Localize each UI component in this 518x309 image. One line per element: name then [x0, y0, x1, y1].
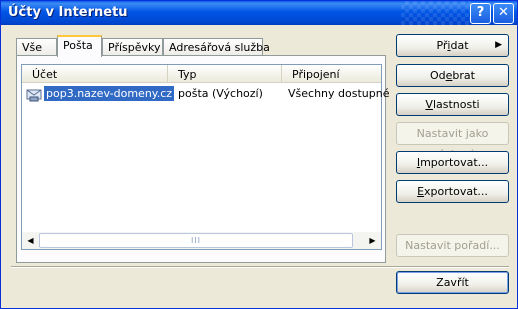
export-button-label-b: xportovat... — [424, 185, 488, 198]
column-header-type[interactable]: Typ — [168, 65, 282, 83]
add-button[interactable]: Přidat ▶ — [396, 34, 509, 57]
tab-mail[interactable]: Pošta — [57, 35, 102, 57]
dialog-window: Účty v Internetu ? ✕ Vše Pošta Příspěvky… — [0, 0, 518, 309]
tab-news[interactable]: Příspěvky — [102, 38, 163, 56]
add-button-label-b: dat — [450, 39, 469, 52]
separator — [11, 266, 509, 268]
scroll-right-arrow-icon[interactable]: ▶ — [364, 232, 381, 249]
properties-button-accesskey: V — [425, 98, 433, 111]
tab-all[interactable]: Vše — [16, 38, 57, 56]
account-name: pop3.nazev-domeny.cz — [44, 86, 175, 101]
column-header-account[interactable]: Účet — [22, 65, 168, 83]
tab-directory-service[interactable]: Adresářová služba — [163, 38, 270, 56]
close-button[interactable]: Zavřít — [396, 271, 509, 294]
title-bar-pattern — [401, 1, 471, 25]
remove-button-label-b: brat — [452, 69, 475, 82]
set-order-button[interactable]: Nastavit pořadí... — [396, 234, 509, 257]
close-button-label: Zavřít — [436, 276, 469, 289]
remove-button[interactable]: Odebrat — [396, 64, 509, 87]
account-type: pošta (Výchozí) — [178, 87, 263, 100]
list-header: Účet Typ Připojení — [22, 65, 381, 83]
set-default-button[interactable]: Nastavit jako výchozí — [396, 122, 509, 161]
set-order-button-label: Nastavit pořadí... — [405, 239, 500, 252]
remove-button-label-a: Od — [430, 69, 446, 82]
submenu-arrow-icon: ▶ — [495, 40, 502, 50]
close-icon: ✕ — [498, 5, 509, 20]
scrollbar-thumb[interactable]: III — [39, 233, 353, 248]
mail-server-icon — [26, 89, 42, 102]
list-item[interactable]: pop3.nazev-domeny.cz pošta (Výchozí) Vše… — [22, 85, 389, 103]
add-button-label-a: Př — [436, 39, 448, 52]
horizontal-scrollbar[interactable]: ◀ III ▶ — [22, 232, 381, 249]
window-title: Účty v Internetu — [8, 5, 128, 20]
export-button-accesskey: E — [417, 185, 425, 198]
column-header-connection[interactable]: Připojení — [282, 65, 381, 83]
tab-panel: Účet Typ Připojení pop3.nazev-domeny.cz … — [16, 55, 389, 263]
close-window-button[interactable]: ✕ — [493, 3, 514, 24]
help-button[interactable]: ? — [470, 3, 491, 24]
import-button-label-b: mportovat... — [420, 156, 489, 169]
question-mark-icon: ? — [476, 5, 485, 20]
import-button[interactable]: Importovat... — [396, 151, 509, 174]
accounts-list[interactable]: Účet Typ Připojení pop3.nazev-domeny.cz … — [21, 64, 389, 250]
account-connection: Všechny dostupné — [288, 87, 390, 100]
properties-button[interactable]: Vlastnosti — [396, 93, 509, 116]
properties-button-label-b: lastnosti — [432, 98, 480, 111]
export-button[interactable]: Exportovat... — [396, 180, 509, 203]
scroll-left-arrow-icon[interactable]: ◀ — [22, 232, 39, 249]
title-bar[interactable]: Účty v Internetu ? ✕ — [1, 1, 517, 25]
